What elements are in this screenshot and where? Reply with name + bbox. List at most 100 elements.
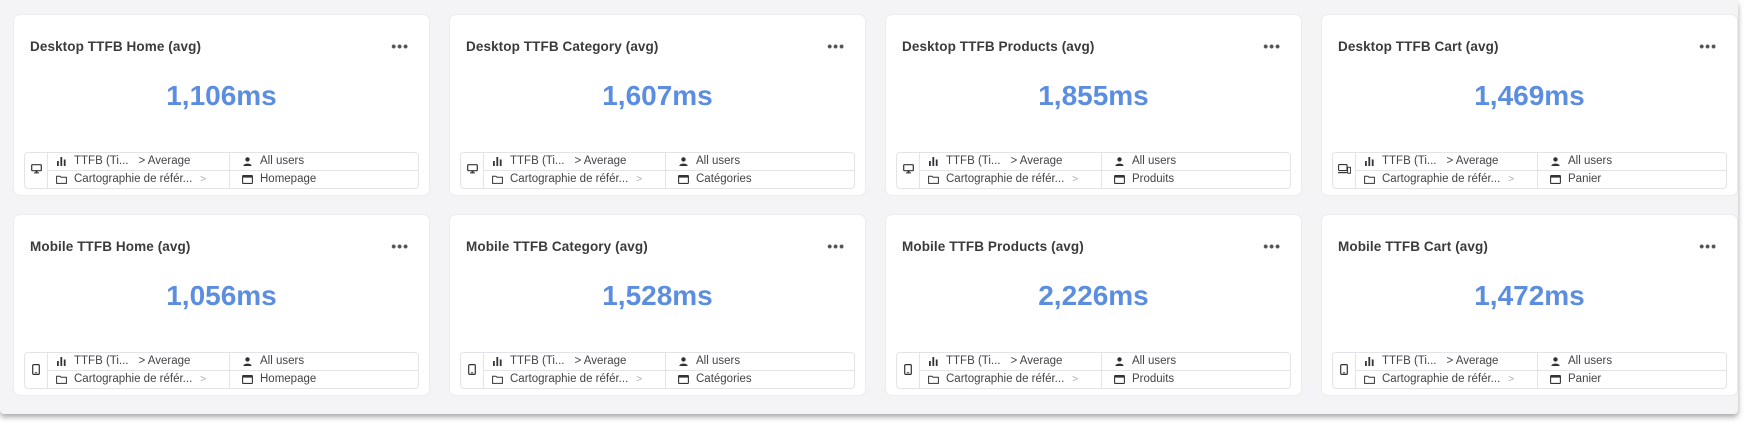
segment-cell[interactable]: All users [1538,353,1726,370]
project-cell[interactable]: Cartographie de référ... > [484,171,666,188]
query-summary[interactable]: TTFB (Ti... > Average All users Cartogra… [1332,152,1727,189]
metric-value: 1,106ms [166,80,277,111]
page-name: Produits [1132,372,1175,385]
desktop-icon [30,164,42,177]
query-row-metric: TTFB (Ti... > Average All users [920,153,1290,170]
metric-value: 1,056ms [166,280,277,311]
widget-card[interactable]: Desktop TTFB Category (avg) ••• 1,607ms … [449,14,866,196]
page-cell[interactable]: Produits [1102,371,1290,388]
segment-cell[interactable]: All users [1102,153,1290,170]
metric-cell[interactable]: TTFB (Ti... > Average [484,153,666,170]
query-summary[interactable]: TTFB (Ti... > Average All users Cartogra… [24,352,419,389]
folder-icon [54,173,68,187]
metric-cell[interactable]: TTFB (Ti... > Average [48,153,230,170]
metric-name: TTFB (Ti... [510,354,565,367]
page-icon [240,373,254,387]
more-options-button[interactable]: ••• [1695,237,1721,255]
project-name: Cartographie de référ... [946,172,1065,185]
widget-card[interactable]: Desktop TTFB Cart (avg) ••• 1,469ms TTFB… [1321,14,1738,196]
chevron-right-icon: > [1072,374,1079,385]
device-cell [1333,153,1356,188]
desktop-icon [902,164,914,177]
page-name: Homepage [260,372,317,385]
user-icon [1548,355,1562,369]
page-name: Panier [1568,172,1602,185]
chevron-right-icon: > [636,174,643,185]
metric-name: TTFB (Ti... [946,354,1001,367]
more-options-button[interactable]: ••• [387,237,413,255]
query-row-metric: TTFB (Ti... > Average All users [1356,353,1726,370]
widget-card[interactable]: Desktop TTFB Products (avg) ••• 1,855ms … [885,14,1302,196]
query-row-metric: TTFB (Ti... > Average All users [1356,153,1726,170]
more-options-button[interactable]: ••• [1259,37,1285,55]
segment-cell[interactable]: All users [1102,353,1290,370]
segment-name: All users [260,154,305,167]
metric-cell[interactable]: TTFB (Ti... > Average [920,153,1102,170]
segment-cell[interactable]: All users [230,153,418,170]
widget-title: Mobile TTFB Category (avg) [466,238,648,254]
widget-header: Mobile TTFB Home (avg) ••• [24,231,419,261]
query-rows: TTFB (Ti... > Average All users Cartogra… [1356,153,1726,188]
segment-cell[interactable]: All users [666,153,854,170]
query-rows: TTFB (Ti... > Average All users Cartogra… [484,153,854,188]
page-cell[interactable]: Catégories [666,171,854,188]
segment-name: All users [1568,154,1613,167]
page-cell[interactable]: Homepage [230,371,418,388]
widget-card[interactable]: Mobile TTFB Category (avg) ••• 1,528ms T… [449,214,866,396]
page-cell[interactable]: Homepage [230,171,418,188]
query-summary[interactable]: TTFB (Ti... > Average All users Cartogra… [24,152,419,189]
bar-chart-icon [490,155,504,169]
query-row-metric: TTFB (Ti... > Average All users [48,353,418,370]
project-cell[interactable]: Cartographie de référ... > [484,371,666,388]
widget-header: Mobile TTFB Cart (avg) ••• [1332,231,1727,261]
widget-card[interactable]: Mobile TTFB Home (avg) ••• 1,056ms TTFB … [13,214,430,396]
metric-cell[interactable]: TTFB (Ti... > Average [1356,353,1538,370]
project-cell[interactable]: Cartographie de référ... > [1356,371,1538,388]
page-icon [1548,173,1562,187]
page-icon [1112,373,1126,387]
desktop-icon [466,164,478,177]
more-options-button[interactable]: ••• [387,37,413,55]
query-summary[interactable]: TTFB (Ti... > Average All users Cartogra… [896,352,1291,389]
metric-cell[interactable]: TTFB (Ti... > Average [1356,153,1538,170]
segment-cell[interactable]: All users [666,353,854,370]
query-summary[interactable]: TTFB (Ti... > Average All users Cartogra… [896,152,1291,189]
project-cell[interactable]: Cartographie de référ... > [1356,171,1538,188]
widget-card[interactable]: Mobile TTFB Products (avg) ••• 2,226ms T… [885,214,1302,396]
more-options-button[interactable]: ••• [1259,237,1285,255]
metric-cell[interactable]: TTFB (Ti... > Average [48,353,230,370]
query-summary[interactable]: TTFB (Ti... > Average All users Cartogra… [460,152,855,189]
project-cell[interactable]: Cartographie de référ... > [920,371,1102,388]
widget-title: Desktop TTFB Products (avg) [902,38,1095,54]
query-row-project: Cartographie de référ... > Produits [920,370,1290,388]
bar-chart-icon [926,155,940,169]
project-name: Cartographie de référ... [946,372,1065,385]
widget-title: Desktop TTFB Category (avg) [466,38,659,54]
widget-card[interactable]: Mobile TTFB Cart (avg) ••• 1,472ms TTFB … [1321,214,1738,396]
widget-grid: Desktop TTFB Home (avg) ••• 1,106ms TTFB… [13,14,1738,396]
query-row-metric: TTFB (Ti... > Average All users [920,353,1290,370]
query-summary[interactable]: TTFB (Ti... > Average All users Cartogra… [1332,352,1727,389]
project-cell[interactable]: Cartographie de référ... > [48,171,230,188]
user-icon [676,155,690,169]
metric-cell[interactable]: TTFB (Ti... > Average [484,353,666,370]
project-cell[interactable]: Cartographie de référ... > [920,171,1102,188]
widget-card[interactable]: Desktop TTFB Home (avg) ••• 1,106ms TTFB… [13,14,430,196]
page-cell[interactable]: Catégories [666,371,854,388]
query-summary[interactable]: TTFB (Ti... > Average All users Cartogra… [460,352,855,389]
user-icon [240,155,254,169]
page-cell[interactable]: Panier [1538,171,1726,188]
desktop-mobile-icon [1337,164,1351,177]
aggregation: > Average [1446,354,1499,367]
more-options-button[interactable]: ••• [823,37,849,55]
aggregation: > Average [574,154,627,167]
segment-cell[interactable]: All users [230,353,418,370]
segment-cell[interactable]: All users [1538,153,1726,170]
page-cell[interactable]: Panier [1538,371,1726,388]
more-options-button[interactable]: ••• [823,237,849,255]
project-cell[interactable]: Cartographie de référ... > [48,371,230,388]
project-name: Cartographie de référ... [1382,372,1501,385]
metric-cell[interactable]: TTFB (Ti... > Average [920,353,1102,370]
page-cell[interactable]: Produits [1102,171,1290,188]
more-options-button[interactable]: ••• [1695,37,1721,55]
